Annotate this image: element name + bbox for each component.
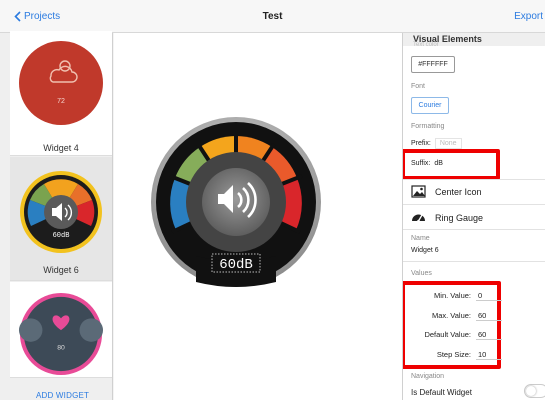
navigation-bar: Projects Test Export — [0, 0, 545, 33]
center-icon-label: Center Icon — [435, 186, 482, 197]
widget-value: 80 — [57, 345, 65, 352]
widget-list-item[interactable]: 72 Widget 4 — [10, 31, 112, 156]
prefix-field[interactable]: Prefix: None — [411, 138, 462, 149]
font-label: Font — [411, 83, 426, 90]
divider — [403, 261, 545, 262]
widget-6-label: Widget 6 — [43, 265, 79, 275]
widget-list: 72 Widget 4 60dB Widget 6 80 ADD WIDGET — [0, 31, 113, 400]
divider — [403, 204, 545, 205]
widget-4-value: 72 — [57, 98, 65, 105]
gauge-readout: 60dB — [219, 257, 253, 273]
widget-4-thumbnail: 72 — [19, 41, 103, 125]
suffix-input[interactable]: dB — [434, 160, 443, 167]
min-value-label: Min. Value: — [434, 291, 471, 300]
widget-6-thumbnail: 60dB — [20, 171, 102, 253]
navigation-label: Navigation — [411, 373, 445, 380]
page-title: Test — [262, 11, 283, 22]
default-value-label: Default Value: — [424, 330, 471, 339]
step-size-input[interactable]: 10 — [476, 350, 502, 360]
is-default-widget-toggle[interactable] — [524, 384, 545, 398]
min-value-input[interactable]: 0 — [476, 291, 502, 301]
max-value-input[interactable]: 60 — [476, 311, 502, 321]
font-button[interactable]: Courier — [411, 97, 449, 114]
name-input[interactable]: Widget 6 — [411, 247, 439, 254]
image-icon — [411, 185, 426, 198]
gauge-icon — [412, 214, 425, 223]
step-size-label: Step Size: — [436, 350, 471, 359]
max-value-label: Max. Value: — [431, 311, 471, 320]
ring-gauge-row[interactable]: Ring Gauge — [411, 211, 483, 224]
add-widget-button[interactable]: ADD WIDGET — [36, 391, 89, 400]
divider — [403, 229, 545, 230]
center-icon-row[interactable]: Center Icon — [411, 185, 482, 198]
properties-panel: Visual Elements Text color #FFFFFF Font … — [402, 33, 545, 400]
prefix-input[interactable]: None — [434, 138, 462, 149]
widget-list-item[interactable]: 80 — [10, 282, 112, 378]
widget-canvas[interactable]: 60dB — [114, 33, 402, 400]
export-button[interactable]: Export — [514, 11, 543, 22]
widget-4-label: Widget 4 — [43, 143, 79, 153]
default-value-input[interactable]: 60 — [476, 330, 502, 340]
widget-6-value: 60dB — [53, 232, 70, 240]
suffix-label: Suffix: — [411, 160, 431, 167]
suffix-field[interactable]: Suffix: dB — [411, 160, 443, 167]
text-color-label: Text color — [413, 42, 439, 48]
ring-gauge-label: Ring Gauge — [435, 212, 484, 223]
formatting-label: Formatting — [411, 123, 445, 130]
prefix-label: Prefix: — [411, 140, 431, 147]
divider — [403, 179, 545, 180]
gauge-hub — [202, 168, 270, 236]
gauge-preview: 60dB — [151, 117, 321, 287]
is-default-widget-label: Is Default Widget — [411, 388, 472, 397]
text-color-button[interactable]: #FFFFFF — [411, 56, 455, 73]
values-label: Values — [411, 270, 432, 277]
widget-thumbnail: 80 — [18, 292, 104, 376]
name-label: Name — [411, 235, 430, 242]
widget-list-item-selected[interactable]: 60dB Widget 6 — [10, 157, 112, 281]
